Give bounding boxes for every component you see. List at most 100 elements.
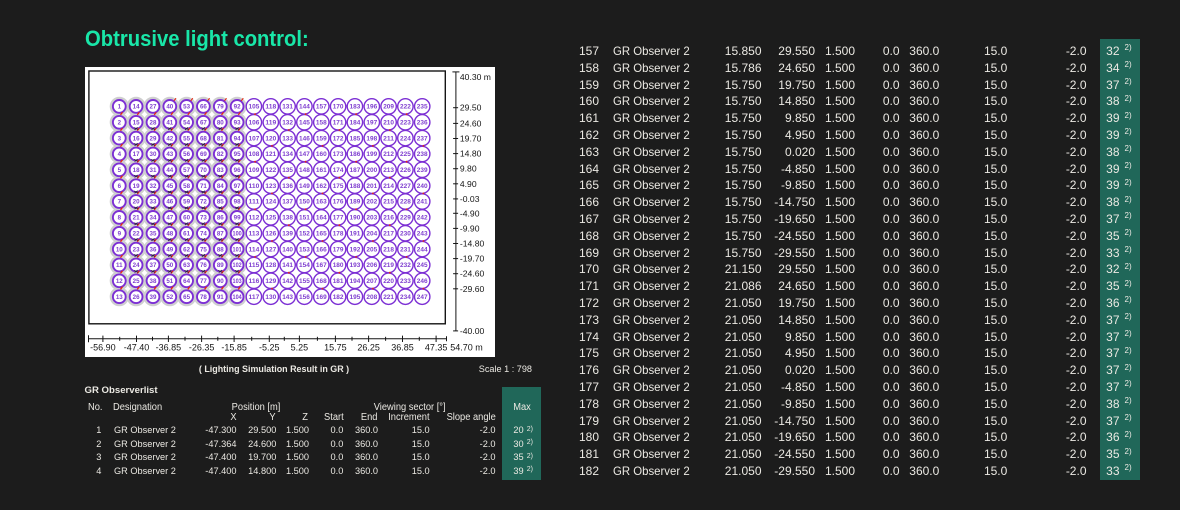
svg-text:24: 24	[132, 262, 139, 269]
svg-text:99: 99	[233, 214, 240, 221]
svg-text:31: 31	[149, 167, 156, 174]
svg-text:61: 61	[183, 230, 190, 237]
svg-text:147: 147	[299, 151, 310, 158]
svg-text:45: 45	[166, 182, 173, 189]
svg-text:212: 212	[383, 151, 394, 158]
svg-text:117: 117	[248, 293, 259, 300]
svg-text:143: 143	[282, 293, 293, 300]
svg-text:180: 180	[332, 262, 343, 269]
svg-text:83: 83	[216, 167, 223, 174]
svg-text:145: 145	[299, 119, 310, 126]
svg-text:114: 114	[248, 246, 259, 253]
svg-text:12: 12	[115, 278, 122, 285]
svg-text:112: 112	[248, 214, 259, 221]
svg-text:197: 197	[366, 119, 377, 126]
svg-text:71: 71	[199, 182, 206, 189]
svg-text:50: 50	[166, 262, 173, 269]
svg-text:62: 62	[183, 246, 190, 253]
svg-text:107: 107	[248, 135, 259, 142]
svg-text:57: 57	[183, 167, 190, 174]
svg-text:-9.90: -9.90	[459, 223, 479, 233]
svg-text:213: 213	[383, 167, 394, 174]
svg-text:177: 177	[332, 214, 343, 221]
svg-text:14.80: 14.80	[459, 148, 481, 158]
svg-text:-56.90: -56.90	[90, 342, 116, 352]
svg-text:237: 237	[416, 135, 427, 142]
svg-text:202: 202	[366, 198, 377, 205]
svg-text:56: 56	[183, 151, 190, 158]
svg-text:35: 35	[149, 230, 156, 237]
svg-text:138: 138	[282, 214, 293, 221]
svg-text:104: 104	[232, 293, 242, 300]
svg-text:205: 205	[366, 246, 377, 253]
svg-text:141: 141	[282, 262, 293, 269]
svg-text:217: 217	[383, 230, 394, 237]
svg-text:148: 148	[299, 167, 310, 174]
svg-text:209: 209	[383, 103, 394, 110]
svg-text:55: 55	[183, 135, 190, 142]
svg-text:64: 64	[183, 278, 190, 285]
svg-text:26: 26	[132, 293, 139, 300]
svg-text:182: 182	[332, 293, 343, 300]
svg-text:-5.25: -5.25	[259, 342, 280, 352]
svg-text:5: 5	[117, 167, 121, 174]
svg-text:3: 3	[117, 135, 121, 142]
svg-text:33: 33	[149, 198, 156, 205]
svg-text:-0.03: -0.03	[459, 193, 479, 203]
svg-text:106: 106	[248, 119, 259, 126]
svg-text:136: 136	[282, 182, 293, 189]
svg-text:174: 174	[332, 167, 343, 174]
svg-text:26.25: 26.25	[357, 342, 380, 352]
svg-text:166: 166	[315, 246, 326, 253]
svg-text:67: 67	[199, 119, 206, 126]
svg-text:78: 78	[199, 293, 206, 300]
svg-text:153: 153	[299, 246, 310, 253]
svg-text:47: 47	[166, 214, 173, 221]
svg-text:227: 227	[400, 182, 411, 189]
svg-text:-19.70: -19.70	[459, 253, 484, 263]
svg-text:215: 215	[383, 198, 394, 205]
svg-text:15.75: 15.75	[324, 342, 347, 352]
svg-text:225: 225	[400, 151, 411, 158]
svg-text:175: 175	[332, 182, 343, 189]
svg-text:168: 168	[315, 278, 326, 285]
svg-text:34: 34	[149, 214, 156, 221]
svg-text:238: 238	[416, 151, 427, 158]
svg-text:74: 74	[199, 230, 206, 237]
svg-text:121: 121	[265, 151, 276, 158]
svg-text:24.60: 24.60	[459, 118, 481, 128]
svg-text:42: 42	[166, 135, 173, 142]
svg-text:46: 46	[166, 198, 173, 205]
svg-text:218: 218	[383, 246, 394, 253]
svg-text:228: 228	[400, 198, 411, 205]
svg-text:194: 194	[349, 278, 360, 285]
svg-text:193: 193	[349, 262, 360, 269]
svg-text:14: 14	[132, 103, 139, 110]
svg-text:73: 73	[199, 214, 206, 221]
svg-text:54.70 m: 54.70 m	[450, 342, 483, 352]
svg-text:66: 66	[199, 103, 206, 110]
svg-text:120: 120	[265, 135, 276, 142]
svg-text:231: 231	[400, 246, 411, 253]
svg-text:22: 22	[132, 230, 139, 237]
svg-text:176: 176	[332, 198, 343, 205]
svg-text:245: 245	[416, 262, 427, 269]
svg-text:98: 98	[233, 198, 240, 205]
svg-text:60: 60	[183, 214, 190, 221]
svg-text:235: 235	[416, 103, 427, 110]
svg-text:25: 25	[132, 278, 139, 285]
svg-text:53: 53	[183, 103, 190, 110]
svg-text:32: 32	[149, 182, 156, 189]
svg-text:224: 224	[400, 135, 411, 142]
svg-text:38: 38	[149, 278, 156, 285]
svg-text:181: 181	[332, 278, 343, 285]
svg-text:239: 239	[416, 167, 427, 174]
svg-text:192: 192	[349, 246, 360, 253]
svg-text:4: 4	[117, 151, 121, 158]
svg-text:100: 100	[232, 230, 242, 237]
svg-text:154: 154	[299, 262, 310, 269]
svg-text:87: 87	[216, 230, 223, 237]
svg-text:52: 52	[166, 293, 173, 300]
svg-text:40.30 m: 40.30 m	[459, 72, 490, 82]
svg-text:207: 207	[366, 278, 377, 285]
